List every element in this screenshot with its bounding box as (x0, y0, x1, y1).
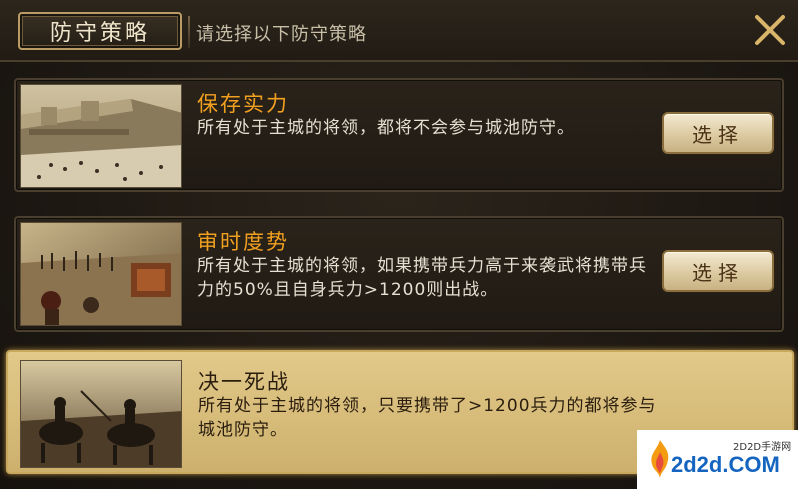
strategy-image-army (20, 222, 182, 326)
header-divider (188, 16, 190, 48)
strategy-title: 审时度势 (197, 230, 289, 254)
watermark-small-text: 2D2D手游网 (733, 442, 792, 453)
close-icon (755, 15, 785, 45)
strategy-title: 决一死战 (198, 370, 290, 394)
select-button-preserve[interactable]: 选择 (662, 112, 774, 154)
panel-subtitle: 请选择以下防守策略 (196, 24, 367, 45)
site-watermark: 2D2D手游网 2d2d.COM (637, 430, 798, 489)
strategy-image-fortress (20, 84, 182, 188)
panel-title: 防守策略 (18, 12, 182, 50)
close-button[interactable] (752, 12, 788, 48)
strategy-card-preserve[interactable]: 保存实力 所有处于主城的将领，都将不会参与城池防守。 选择 (14, 78, 784, 192)
strategy-title: 保存实力 (197, 92, 289, 116)
defense-strategy-panel: 防守策略 请选择以下防守策略 保存实力 所有处于主城的将领，都将不会参与城池防守… (0, 0, 798, 489)
strategy-image-cavalry (20, 360, 182, 468)
flame-logo-icon (651, 440, 669, 478)
strategy-description: 所有处于主城的将领，都将不会参与城池防守。 (197, 118, 575, 138)
strategy-card-assess[interactable]: 审时度势 所有处于主城的将领，如果携带兵力高于来袭武将携带兵力的50%且自身兵力… (14, 216, 784, 332)
strategy-description: 所有处于主城的将领，如果携带兵力高于来袭武将携带兵力的50%且自身兵力>1200… (197, 256, 647, 300)
watermark-big-text: 2d2d.COM (671, 452, 780, 477)
select-button-assess[interactable]: 选择 (662, 250, 774, 292)
panel-header: 防守策略 请选择以下防守策略 (0, 0, 798, 62)
strategy-description: 所有处于主城的将领，只要携带了>1200兵力的都将参与城池防守。 (198, 396, 657, 440)
